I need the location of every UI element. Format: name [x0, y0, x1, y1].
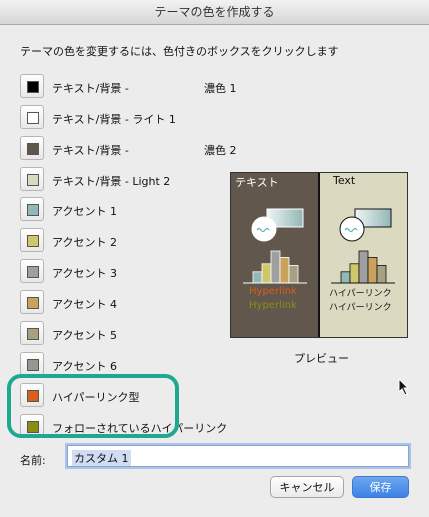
color-swatch [27, 235, 39, 247]
color-row-label: テキスト/背景 - [52, 144, 129, 157]
name-input-value: カスタム 1 [72, 450, 131, 466]
color-row-sublabel: 濃色 1 [204, 82, 237, 95]
color-swatch [27, 204, 39, 216]
color-swatch [27, 297, 39, 309]
preview-circle [339, 216, 365, 242]
preview-bar [358, 250, 369, 284]
preview-bar [349, 263, 360, 284]
instruction-text: テーマの色を変更するには、色付きのボックスをクリックします [20, 45, 339, 58]
preview-bar [270, 250, 281, 284]
color-swatch [27, 266, 39, 278]
color-swatch [27, 112, 39, 124]
name-label: 名前: [20, 454, 46, 467]
color-row-label: アクセント 6 [52, 360, 117, 373]
preview-caption: プレビュー [294, 352, 349, 365]
color-row-sublabel: 濃色 2 [204, 144, 237, 157]
color-row-label: アクセント 5 [52, 329, 117, 342]
color-swatch-button[interactable] [20, 352, 44, 376]
preview-bar [340, 271, 351, 284]
preview-dark-followed-hyperlink: Hyperlink [249, 300, 297, 311]
preview-dark-hyperlink: Hyperlink [249, 286, 297, 297]
color-row-label: アクセント 3 [52, 267, 117, 280]
preview-dark-art [243, 208, 307, 284]
window-title: テーマの色を作成する [154, 5, 275, 19]
color-swatch [27, 143, 39, 155]
color-row-label: テキスト/背景 - ライト 1 [52, 113, 176, 126]
color-swatch-button[interactable] [20, 197, 44, 221]
color-row-label: アクセント 2 [52, 236, 117, 249]
hyperlink-rows-highlight [7, 374, 179, 438]
color-swatch-button[interactable] [20, 167, 44, 191]
color-swatch [27, 81, 39, 93]
name-input[interactable]: カスタム 1 [67, 445, 409, 467]
color-swatch-button[interactable] [20, 74, 44, 98]
color-row-label: アクセント 1 [52, 205, 117, 218]
color-row-label: テキスト/背景 - Light 2 [52, 175, 171, 188]
preview-light-followed-hyperlink: ハイパーリンク [329, 303, 392, 313]
color-swatch-button[interactable] [20, 259, 44, 283]
color-row-label: アクセント 4 [52, 298, 117, 311]
preview-light-hyperlink: ハイパーリンク [329, 289, 392, 299]
color-swatch-button[interactable] [20, 321, 44, 345]
mouse-cursor-icon [398, 378, 410, 396]
preview-bar [279, 257, 290, 284]
save-button[interactable]: 保存 [352, 476, 409, 498]
color-swatch-button[interactable] [20, 228, 44, 252]
preview-bar [261, 263, 272, 284]
window-titlebar: テーマの色を作成する [0, 0, 429, 25]
color-swatch-button[interactable] [20, 105, 44, 129]
color-swatch [27, 328, 39, 340]
color-swatch [27, 174, 39, 186]
preview-bar [367, 257, 378, 284]
color-swatch-button[interactable] [20, 290, 44, 314]
color-row-label: テキスト/背景 - [52, 82, 129, 95]
color-swatch [27, 359, 39, 371]
cancel-button[interactable]: キャンセル [270, 476, 344, 498]
preview-circle [251, 216, 277, 242]
preview-divider [318, 173, 320, 337]
theme-preview: テキスト Hyperlink Hyperlink Text ハイパーリンク ハイ… [230, 172, 408, 338]
preview-bar [288, 265, 299, 284]
preview-bar [252, 271, 263, 284]
preview-bar [376, 265, 387, 284]
preview-dark-panel: テキスト Hyperlink Hyperlink [231, 173, 319, 337]
color-swatch-button[interactable] [20, 136, 44, 160]
preview-light-panel: Text ハイパーリンク ハイパーリンク [319, 173, 407, 337]
